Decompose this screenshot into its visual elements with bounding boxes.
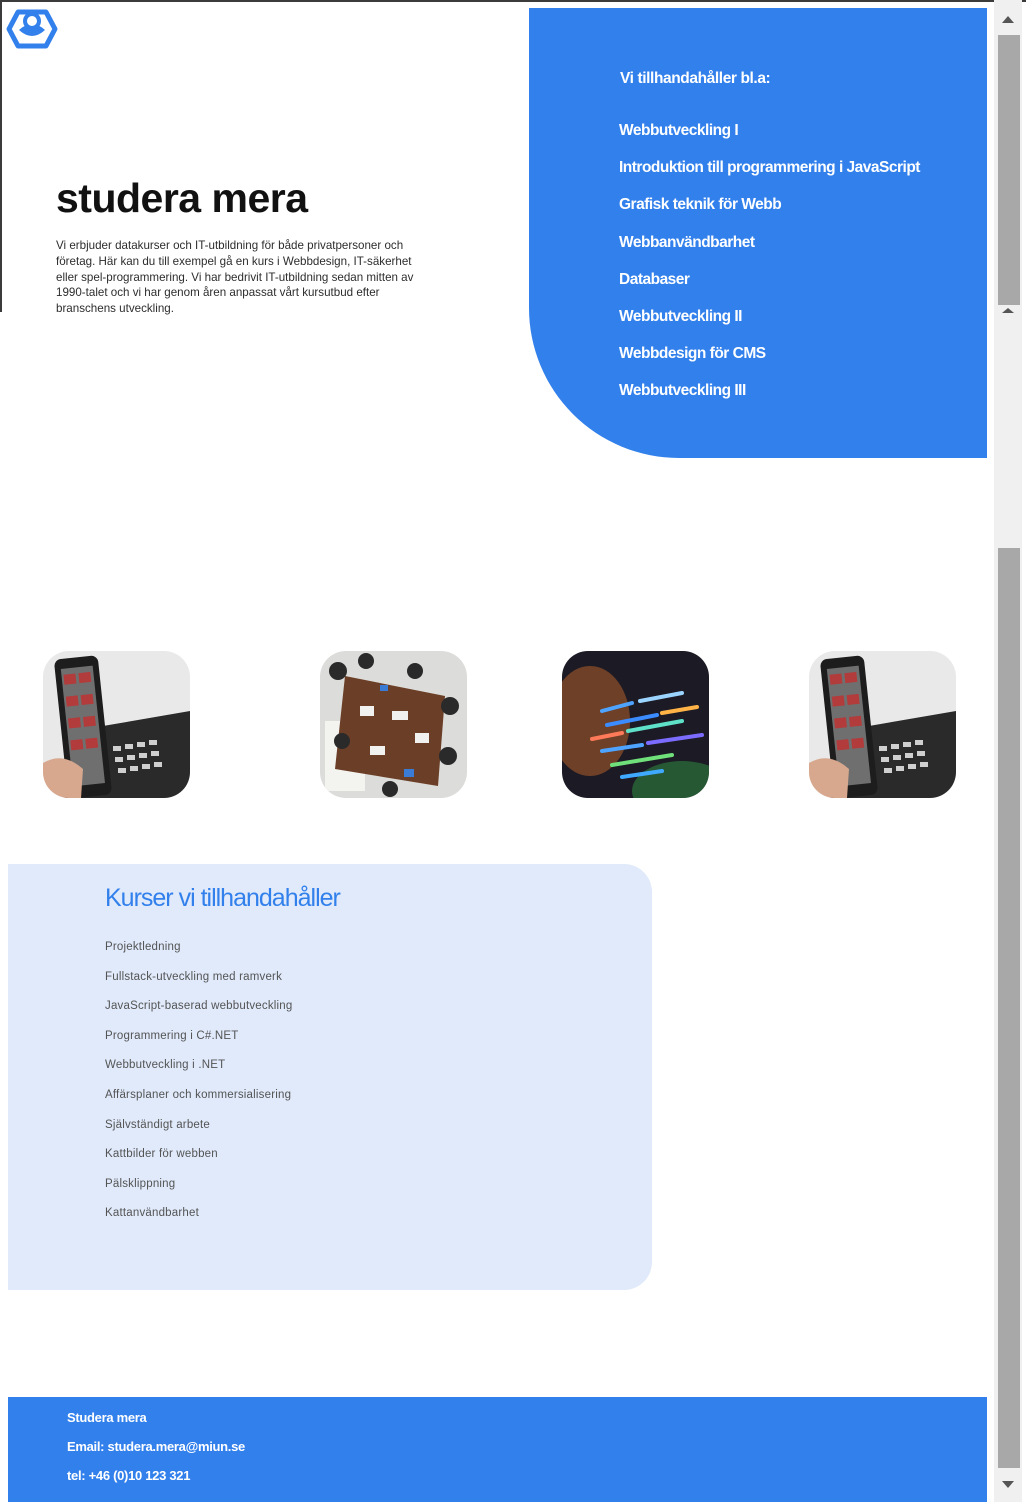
provide-heading: Vi tillhandahåller bl.a: <box>620 70 771 87</box>
scroll-down-icon[interactable] <box>1002 1481 1014 1488</box>
phone-in-hand-photo-icon <box>809 651 956 798</box>
footer-phone[interactable]: tel: +46 (0)10 123 321 <box>67 1468 190 1483</box>
provide-item: Databaser <box>619 270 690 288</box>
course-item: JavaScript-baserad webbutveckling <box>105 1000 293 1013</box>
course-item: Pälsklippning <box>105 1177 176 1190</box>
course-item: Programmering i C#.NET <box>105 1029 239 1042</box>
course-item: Fullstack-utveckling med ramverk <box>105 970 283 983</box>
footer-name: Studera mera <box>67 1410 147 1425</box>
course-item: Kattbilder för webben <box>105 1148 218 1161</box>
courses-heading: Kurser vi tillhandahåller <box>105 884 341 912</box>
hero-description: Vi erbjuder datakurser och IT-utbildning… <box>56 239 414 316</box>
course-item: Webbutveckling i .NET <box>105 1059 226 1072</box>
provide-item: Webbdesign för CMS <box>619 345 766 363</box>
code-screen-photo-icon <box>562 651 709 798</box>
provide-item: Introduktion till programmering i JavaSc… <box>619 159 920 177</box>
course-item: Kattanvändbarhet <box>105 1207 199 1220</box>
scroll-up-icon[interactable] <box>1002 16 1014 23</box>
window-border-top <box>0 0 1026 2</box>
provide-item: Webbanvändbarhet <box>619 233 755 251</box>
scrollbar-thumb[interactable] <box>998 35 1020 305</box>
page-title: studera mera <box>56 175 308 221</box>
phone-photo <box>809 651 956 798</box>
provide-list: Webbutveckling I Introduktion till progr… <box>619 120 920 418</box>
scrollbar-thumb[interactable] <box>998 548 1020 1468</box>
course-item: Projektledning <box>105 941 181 953</box>
phone-in-hand-photo-icon <box>43 651 190 798</box>
window-border-left <box>0 0 2 312</box>
provide-item: Webbutveckling I <box>619 122 739 139</box>
provide-item: Webbutveckling III <box>619 382 746 400</box>
meeting-table-photo-icon <box>320 651 467 798</box>
scroll-up-icon[interactable] <box>1002 308 1014 313</box>
meeting-photo <box>320 651 467 798</box>
code-photo <box>562 651 709 798</box>
provide-item: Grafisk teknik för Webb <box>619 196 782 214</box>
phone-photo <box>43 651 190 798</box>
course-item: Självständigt arbete <box>105 1118 211 1131</box>
logo-icon[interactable] <box>6 6 58 52</box>
course-item: Affärsplaner och kommersialisering <box>105 1088 292 1101</box>
courses-list: Projektledning Fullstack-utveckling med … <box>105 938 293 1234</box>
provide-item: Webbutveckling II <box>619 307 742 325</box>
footer-email[interactable]: Email: studera.mera@miun.se <box>67 1439 245 1454</box>
